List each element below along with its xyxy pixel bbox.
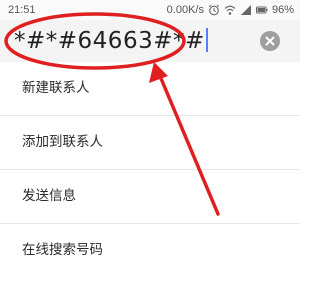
status-bar: 21:51 0.00K/s 96% — [0, 0, 300, 20]
menu-item-label: 添加到联系人 — [22, 134, 103, 150]
signal-icon — [240, 4, 252, 16]
menu-item-search-number[interactable]: 在线搜索号码 — [0, 224, 300, 277]
network-speed: 0.00K/s — [166, 4, 204, 16]
status-indicators: 0.00K/s 96% — [167, 4, 294, 16]
menu-item-label: 发送信息 — [22, 188, 76, 204]
close-icon — [265, 36, 275, 46]
dial-action-menu: 新建联系人 添加到联系人 发送信息 在线搜索号码 — [0, 62, 300, 277]
dial-input-value: *#*#64663#*# — [14, 28, 205, 54]
menu-item-label: 新建联系人 — [22, 80, 90, 96]
menu-item-label: 在线搜索号码 — [22, 242, 103, 258]
menu-item-new-contact[interactable]: 新建联系人 — [0, 62, 300, 116]
status-time: 21:51 — [8, 4, 36, 16]
dial-bar: *#*#64663#*# — [0, 20, 300, 62]
dial-input-field[interactable]: *#*#64663#*# — [14, 26, 208, 56]
alarm-icon — [208, 4, 220, 16]
wifi-icon — [224, 4, 236, 16]
menu-item-send-message[interactable]: 发送信息 — [0, 170, 300, 224]
clear-button[interactable] — [260, 31, 280, 51]
battery-percent: 96% — [271, 4, 294, 16]
menu-item-add-to-contact[interactable]: 添加到联系人 — [0, 116, 300, 170]
text-caret — [205, 28, 208, 52]
battery-icon — [255, 4, 268, 16]
